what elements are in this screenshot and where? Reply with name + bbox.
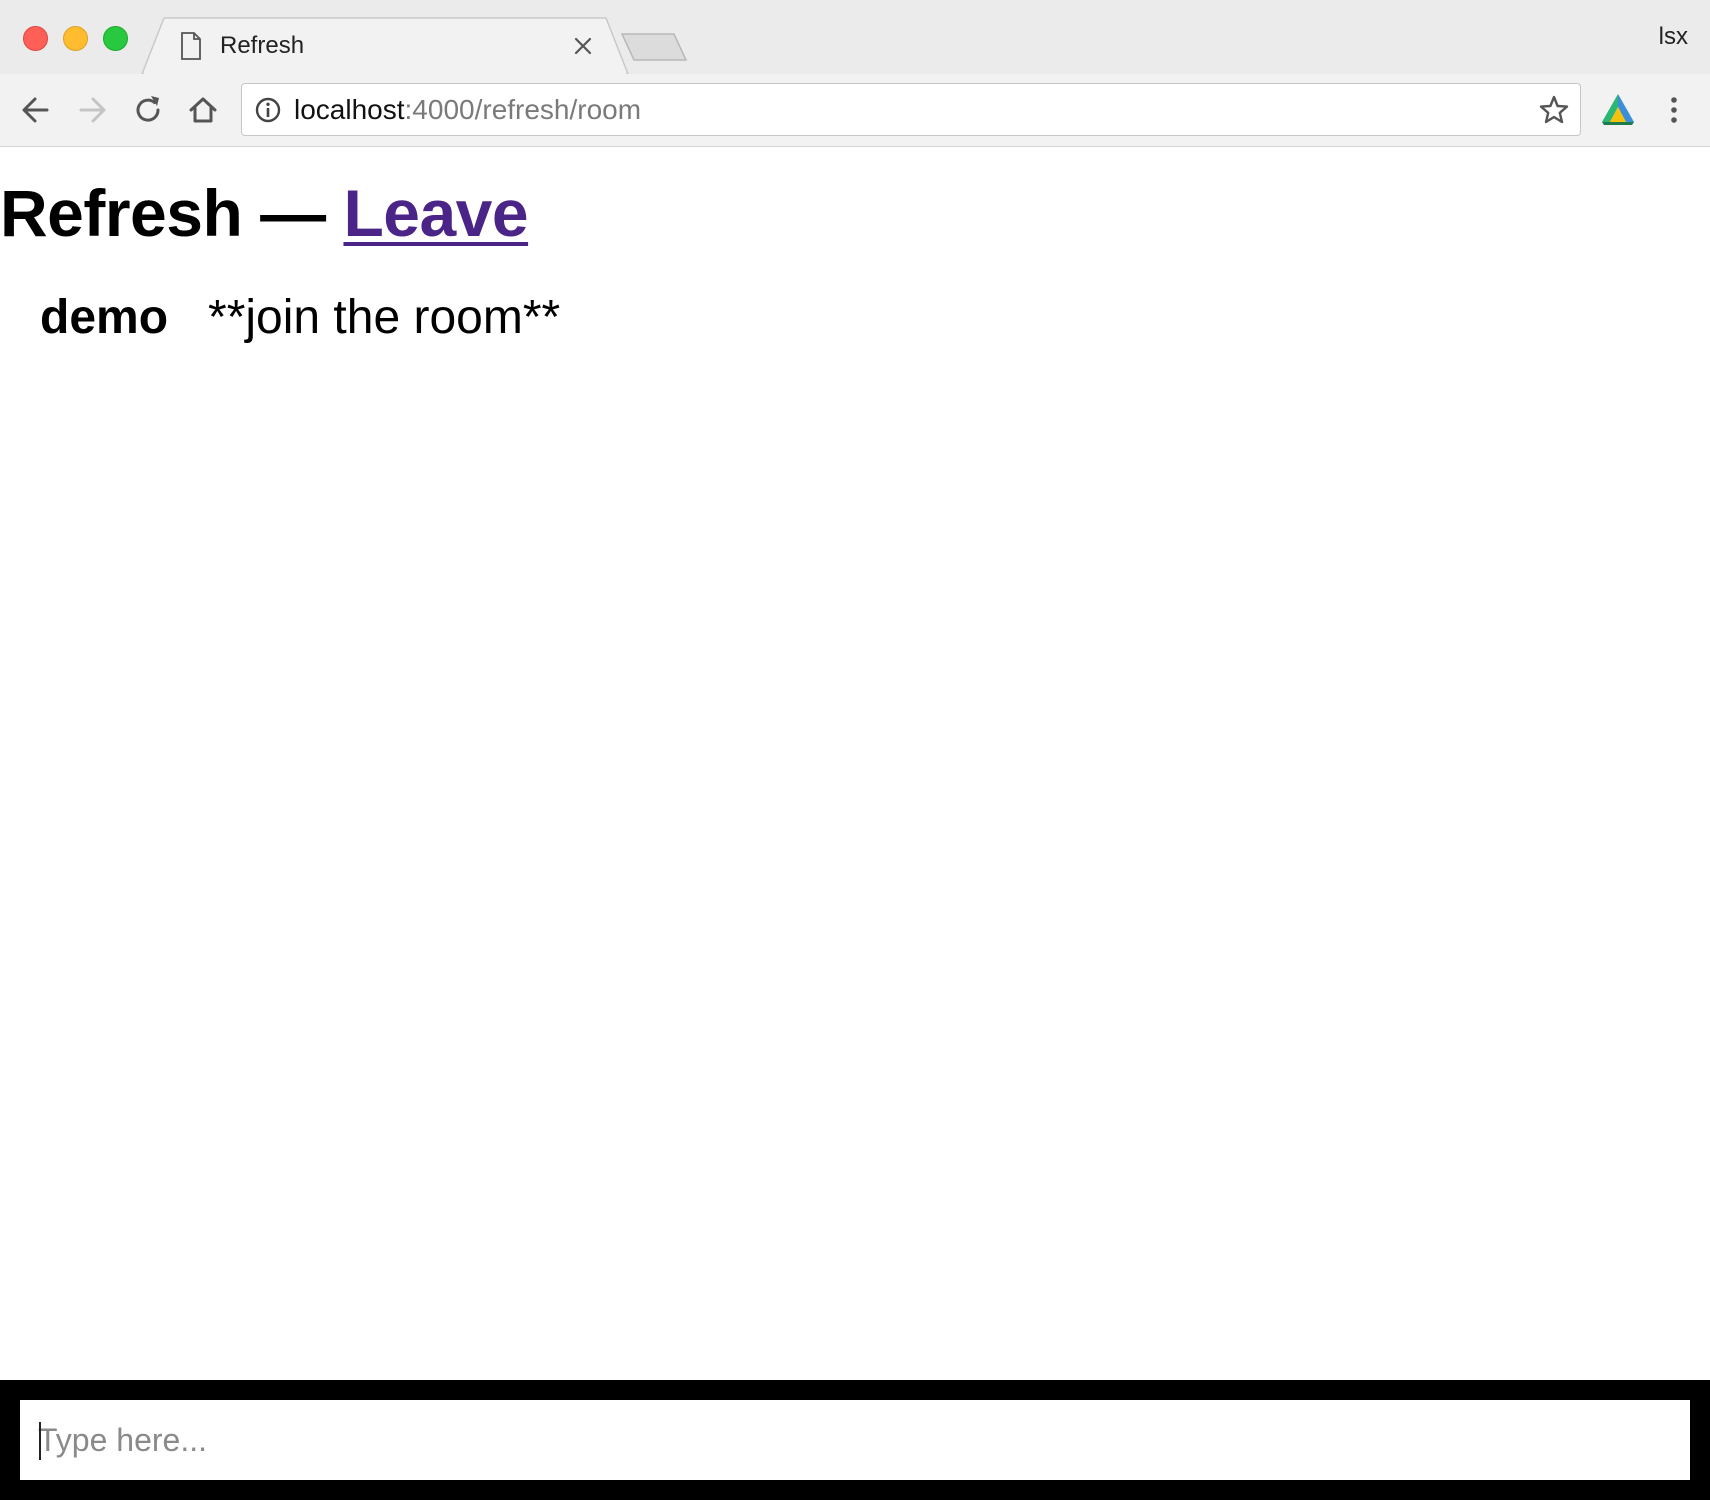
arrow-right-icon (79, 97, 106, 123)
message-username: demo (40, 291, 169, 344)
arrow-left-icon (22, 97, 49, 123)
reload-button[interactable] (129, 91, 167, 129)
leave-link[interactable]: Leave (343, 176, 528, 250)
tab-title: Refresh (220, 32, 305, 59)
page-content: Refresh — Leave demo **join the room** (0, 148, 1710, 1380)
tab-shape (141, 17, 629, 74)
url-host: localhost (294, 94, 405, 125)
file-icon (181, 32, 201, 60)
page-title-text: Refresh (0, 176, 243, 250)
tab-active[interactable]: Refresh (140, 17, 630, 74)
reload-icon (136, 96, 160, 122)
browser-window: Refresh lsx localhost:4000/refresh/room … (0, 0, 1710, 1500)
window-maximize-button[interactable] (103, 26, 128, 51)
title-separator: — (260, 176, 326, 250)
browser-toolbar: localhost:4000/refresh/room (0, 74, 1710, 147)
back-button[interactable] (17, 91, 55, 129)
message-composer (0, 1380, 1710, 1500)
profile-name[interactable]: lsx (1659, 22, 1688, 52)
message-row: demo **join the room** (40, 290, 560, 346)
home-icon (189, 97, 217, 123)
menu-icon[interactable] (1665, 94, 1683, 128)
home-button[interactable] (184, 91, 222, 129)
window-close-button[interactable] (23, 26, 48, 51)
tab-strip: Refresh lsx (0, 0, 1710, 74)
new-tab-button[interactable] (620, 30, 690, 66)
message-text: **join the room** (208, 291, 561, 344)
page-title: Refresh — Leave (0, 174, 529, 252)
message-input[interactable] (20, 1400, 1690, 1480)
info-icon[interactable] (254, 96, 282, 124)
url-text: localhost:4000/refresh/room (294, 94, 641, 126)
forward-button[interactable] (73, 91, 111, 129)
window-minimize-button[interactable] (63, 26, 88, 51)
extension-icon[interactable] (1600, 92, 1636, 126)
star-icon[interactable] (1538, 94, 1570, 126)
url-path: :4000/refresh/room (404, 94, 642, 125)
close-icon[interactable] (570, 33, 596, 59)
address-bar[interactable]: localhost:4000/refresh/room (241, 83, 1581, 136)
text-caret (39, 1422, 41, 1460)
